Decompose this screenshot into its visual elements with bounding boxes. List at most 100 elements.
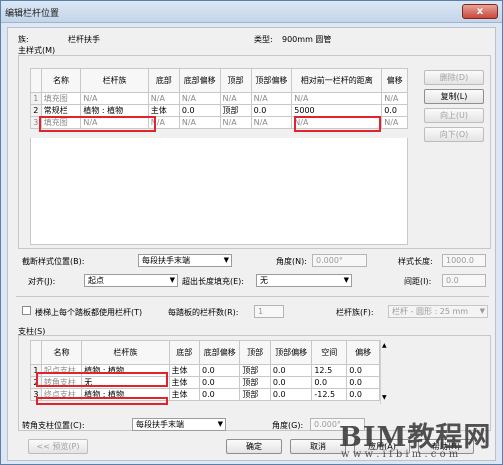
chevron-down-icon: ▼ (223, 256, 229, 264)
cell-name[interactable]: 填充图 (40, 92, 82, 105)
col-name[interactable]: 名称 (40, 68, 82, 93)
cell-base-offset[interactable]: 0.0 (199, 376, 241, 389)
cancel-button[interactable]: 取消 (290, 439, 346, 454)
cell-base[interactable]: 主体 (168, 364, 201, 377)
col-family[interactable]: 栏杆族 (80, 68, 149, 93)
cell-top-offset[interactable]: 0.0 (269, 364, 313, 377)
cell-base-offset[interactable]: 0.0 (178, 104, 221, 117)
justify-select[interactable]: 起点 ▼ (84, 274, 178, 287)
cell-space[interactable]: 12.5 (311, 364, 348, 377)
window-title: 编辑栏杆位置 (5, 9, 60, 19)
cell-distance[interactable]: 5000 (291, 104, 383, 117)
col-top[interactable]: 顶部 (239, 340, 271, 365)
move-up-button[interactable]: 向上(U) (424, 108, 484, 123)
cell-top-offset[interactable]: 0.0 (269, 388, 313, 401)
type-label: 类型: (254, 35, 273, 44)
cell-offset[interactable]: 0.0 (346, 364, 380, 377)
cell-top[interactable]: 顶部 (239, 364, 271, 377)
baluster-family-select[interactable]: 栏杆 - 圆形 : 25 mm ▼ (388, 305, 488, 318)
cell-offset[interactable]: N/A (381, 92, 408, 105)
chevron-down-icon: ▼ (479, 307, 485, 315)
cell-top[interactable]: 顶部 (239, 388, 271, 401)
delete-button[interactable]: 删除(D) (424, 70, 484, 85)
col-family[interactable]: 栏杆族 (81, 340, 170, 365)
table-row[interactable]: 2 常规栏 植物 : 植物 主体 0.0 顶部 0.0 5000 0.0 (30, 104, 408, 117)
close-button[interactable]: x (462, 4, 498, 19)
cell-top[interactable]: 顶部 (239, 376, 271, 389)
col-index (30, 68, 42, 93)
family-value: 栏杆扶手 (68, 35, 100, 44)
break-pos-value: 每段扶手末端 (142, 256, 190, 265)
cell-family[interactable]: 植物 : 植物 (80, 104, 149, 117)
cell-name[interactable]: 常规栏 (40, 104, 82, 117)
cell-base[interactable]: N/A (147, 92, 180, 105)
cell-base-offset[interactable]: N/A (178, 92, 221, 105)
copy-button[interactable]: 复制(L) (424, 89, 484, 104)
cell-distance[interactable]: N/A (291, 92, 383, 105)
col-distance[interactable]: 相对前一栏杆的距离 (291, 68, 383, 93)
cell-offset[interactable]: 0.0 (346, 376, 380, 389)
posts-scrollbar[interactable]: ▲ ▼ (380, 340, 390, 404)
scroll-up-icon[interactable]: ▲ (382, 342, 387, 349)
row-index: 1 (30, 92, 42, 105)
col-base-offset[interactable]: 底部偏移 (199, 340, 241, 365)
use-baluster-per-tread-checkbox[interactable] (22, 306, 31, 315)
col-name[interactable]: 名称 (40, 340, 83, 365)
corner-pos-select[interactable]: 每段扶手末端 ▼ (132, 418, 226, 431)
per-tread-field[interactable]: 1 (254, 305, 284, 318)
cell-base-offset[interactable]: 0.0 (199, 364, 241, 377)
cell-top-offset[interactable]: N/A (250, 116, 293, 129)
cell-offset[interactable]: N/A (381, 116, 408, 129)
corner-pos-value: 每段扶手末端 (136, 420, 184, 429)
cell-offset[interactable]: 0.0 (346, 388, 380, 401)
cell-top[interactable]: N/A (219, 116, 252, 129)
dialog-body: 族: 栏杆扶手 类型: 900mm 圆管 主样式(M) 名称 栏杆族 底部 底部… (7, 27, 496, 461)
cell-base-offset[interactable]: N/A (178, 116, 221, 129)
cell-base-offset[interactable]: 0.0 (199, 388, 241, 401)
move-down-button[interactable]: 向下(O) (424, 127, 484, 142)
ok-button[interactable]: 确定 (226, 439, 282, 454)
posts-table: 名称 栏杆族 底部 底部偏移 顶部 顶部偏移 空间 偏移 1 起点支柱 植物 :… (30, 340, 380, 401)
break-pos-label: 截断样式位置(B): (22, 257, 85, 266)
col-index (30, 340, 42, 365)
break-pos-select[interactable]: 每段扶手末端 ▼ (138, 254, 232, 267)
preview-button[interactable]: << 预览(P) (28, 439, 88, 454)
col-base[interactable]: 底部 (147, 68, 180, 93)
col-top[interactable]: 顶部 (219, 68, 252, 93)
cell-space[interactable]: -12.5 (311, 388, 348, 401)
cell-base[interactable]: 主体 (168, 388, 201, 401)
main-table-empty-area (30, 138, 408, 245)
col-top-offset[interactable]: 顶部偏移 (269, 340, 313, 365)
highlight-post-row1 (36, 372, 168, 387)
col-top-offset[interactable]: 顶部偏移 (250, 68, 293, 93)
corner-angle-label: 角度(G): (272, 421, 304, 430)
pattern-length-field[interactable]: 1000.0 (442, 254, 486, 267)
cell-top-offset[interactable]: 0.0 (250, 104, 293, 117)
separator (16, 296, 489, 297)
cell-base[interactable]: 主体 (168, 376, 201, 389)
baluster-family-value: 栏杆 - 圆形 : 25 mm (392, 307, 469, 316)
cell-offset[interactable]: 0.0 (381, 104, 408, 117)
highlight-post-row3 (36, 397, 168, 405)
excess-value: 无 (260, 276, 268, 285)
cell-top[interactable]: 顶部 (219, 104, 252, 117)
col-space[interactable]: 空间 (311, 340, 348, 365)
col-offset[interactable]: 偏移 (346, 340, 380, 365)
cell-base[interactable]: 主体 (147, 104, 180, 117)
table-row[interactable]: 1 填充图 N/A N/A N/A N/A N/A N/A N/A (30, 92, 408, 105)
col-base[interactable]: 底部 (168, 340, 201, 365)
cell-space[interactable]: 0.0 (311, 376, 348, 389)
cell-top[interactable]: N/A (219, 92, 252, 105)
pattern-length-label: 样式长度: (398, 257, 433, 266)
excess-label: 超出长度填充(E): (182, 277, 244, 286)
spacing-field[interactable]: 0.0 (442, 274, 486, 287)
scroll-down-icon[interactable]: ▼ (382, 394, 387, 401)
excess-select[interactable]: 无 ▼ (256, 274, 352, 287)
angle-field[interactable]: 0.000° (312, 254, 367, 267)
justify-value: 起点 (88, 276, 104, 285)
cell-top-offset[interactable]: 0.0 (269, 376, 313, 389)
cell-top-offset[interactable]: N/A (250, 92, 293, 105)
cell-family[interactable]: N/A (80, 92, 149, 105)
col-offset[interactable]: 偏移 (381, 68, 408, 93)
col-base-offset[interactable]: 底部偏移 (178, 68, 221, 93)
